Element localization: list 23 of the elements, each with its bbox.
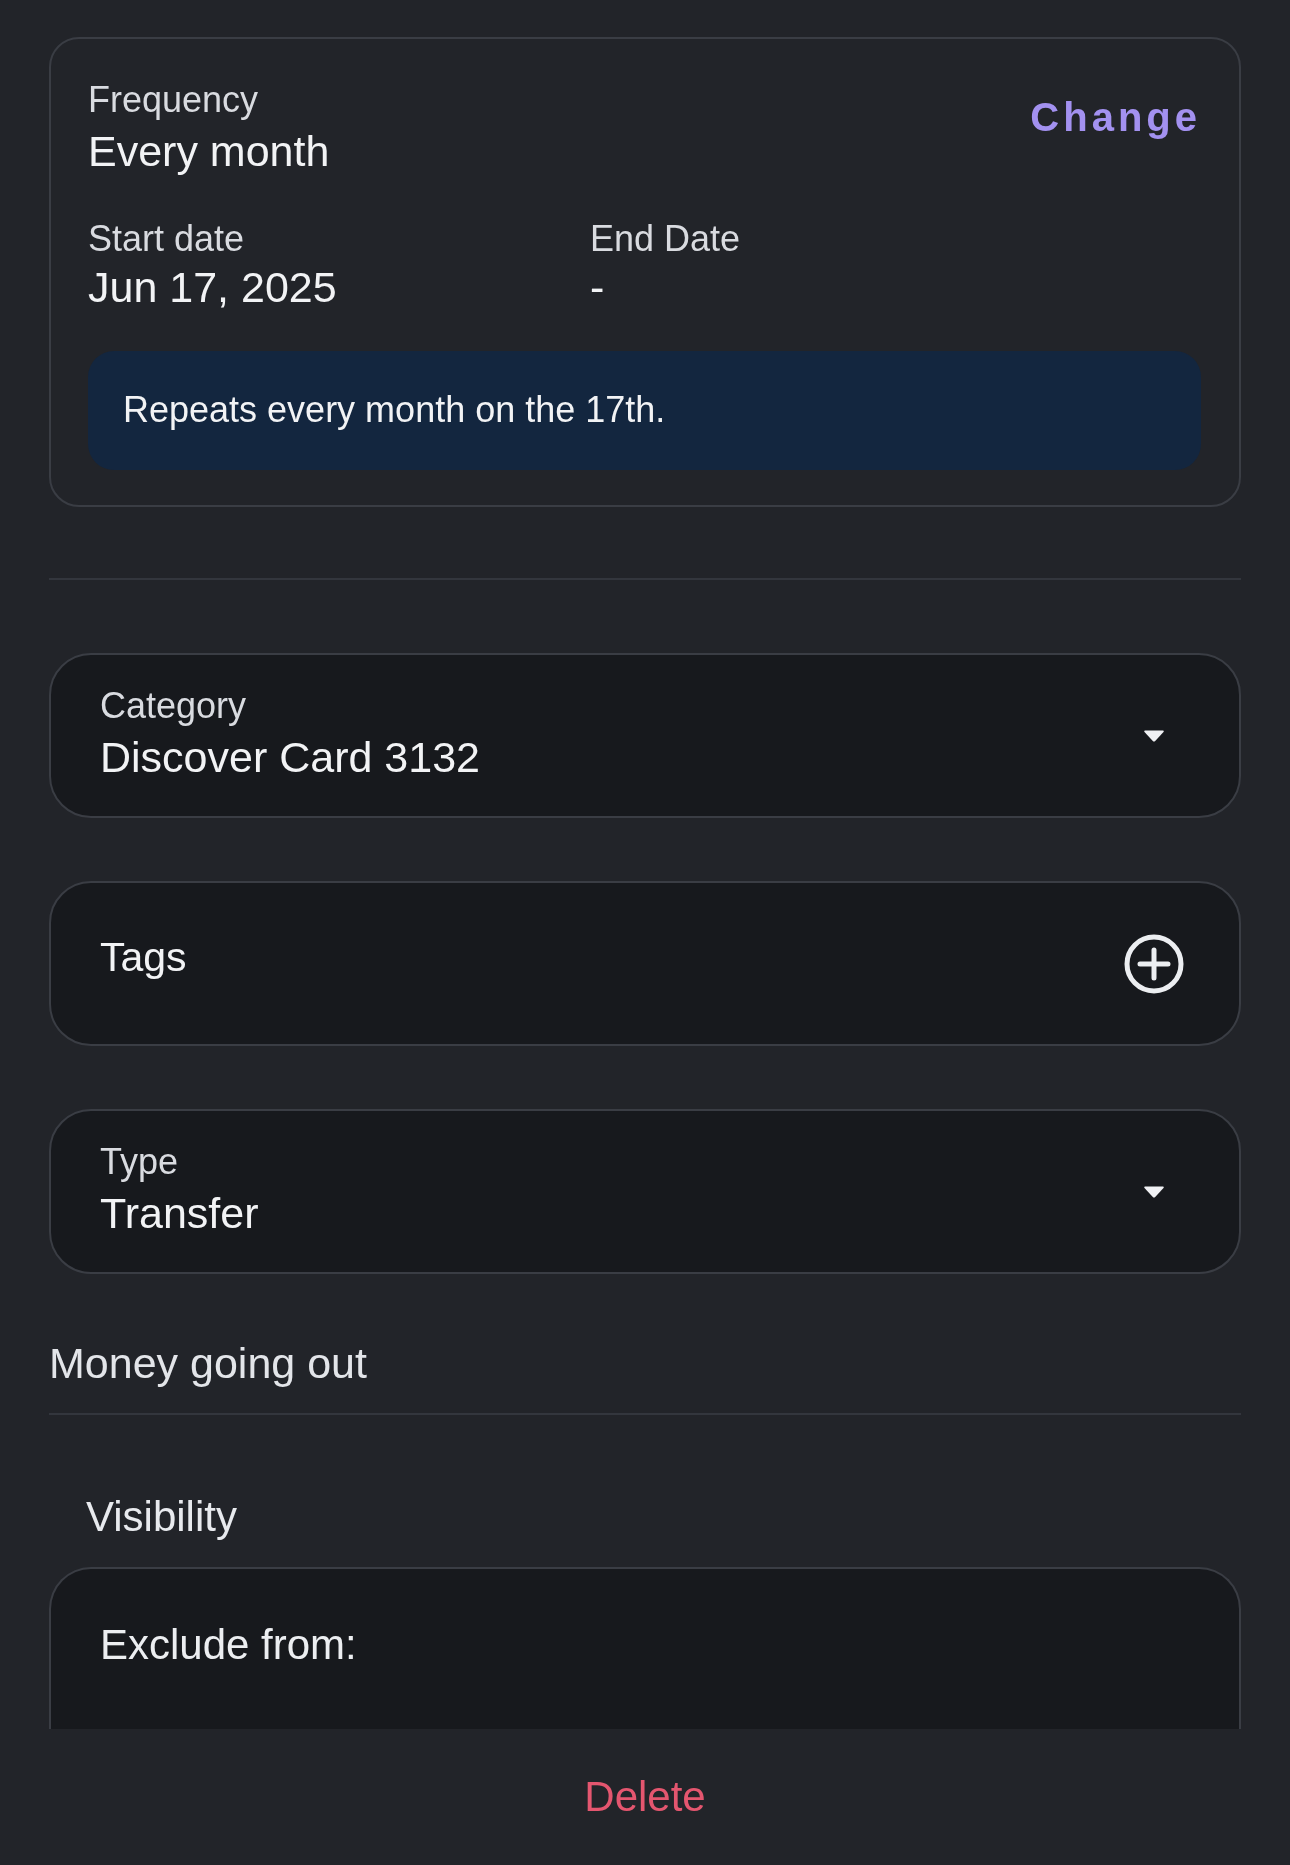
field-label: Type	[100, 1140, 179, 1184]
frequency-label: Frequency	[88, 78, 259, 122]
caret-icon	[1143, 1184, 1165, 1199]
start-date-value: Jun 17, 2025	[88, 262, 337, 313]
frequency-value: Every month	[88, 126, 330, 177]
field-label: Tags	[100, 932, 187, 982]
summary-banner: Repeats every month on the 17th.	[88, 351, 1201, 470]
visibility-heading: Visibility	[86, 1492, 237, 1542]
exclude-label: Exclude from:	[100, 1620, 357, 1670]
field-label: Category	[100, 684, 247, 728]
end-date-value: -	[590, 262, 605, 313]
end-date-label: End Date	[590, 217, 741, 261]
dropdown-field[interactable]: Type Transfer	[49, 1109, 1241, 1274]
change-button[interactable]: Change	[1030, 94, 1201, 140]
field-value: Discover Card 3132	[100, 732, 480, 783]
start-date-label: Start date	[88, 217, 245, 261]
field-value: Transfer	[100, 1188, 259, 1239]
dropdown-field[interactable]: Category Discover Card 3132	[49, 653, 1241, 818]
add-circle-icon[interactable]	[1124, 933, 1184, 994]
type-description: Money going out	[49, 1338, 367, 1389]
tags-field[interactable]: Tags	[49, 881, 1241, 1046]
delete-button[interactable]: Delete	[574, 1768, 716, 1826]
caret-icon	[1143, 728, 1165, 743]
